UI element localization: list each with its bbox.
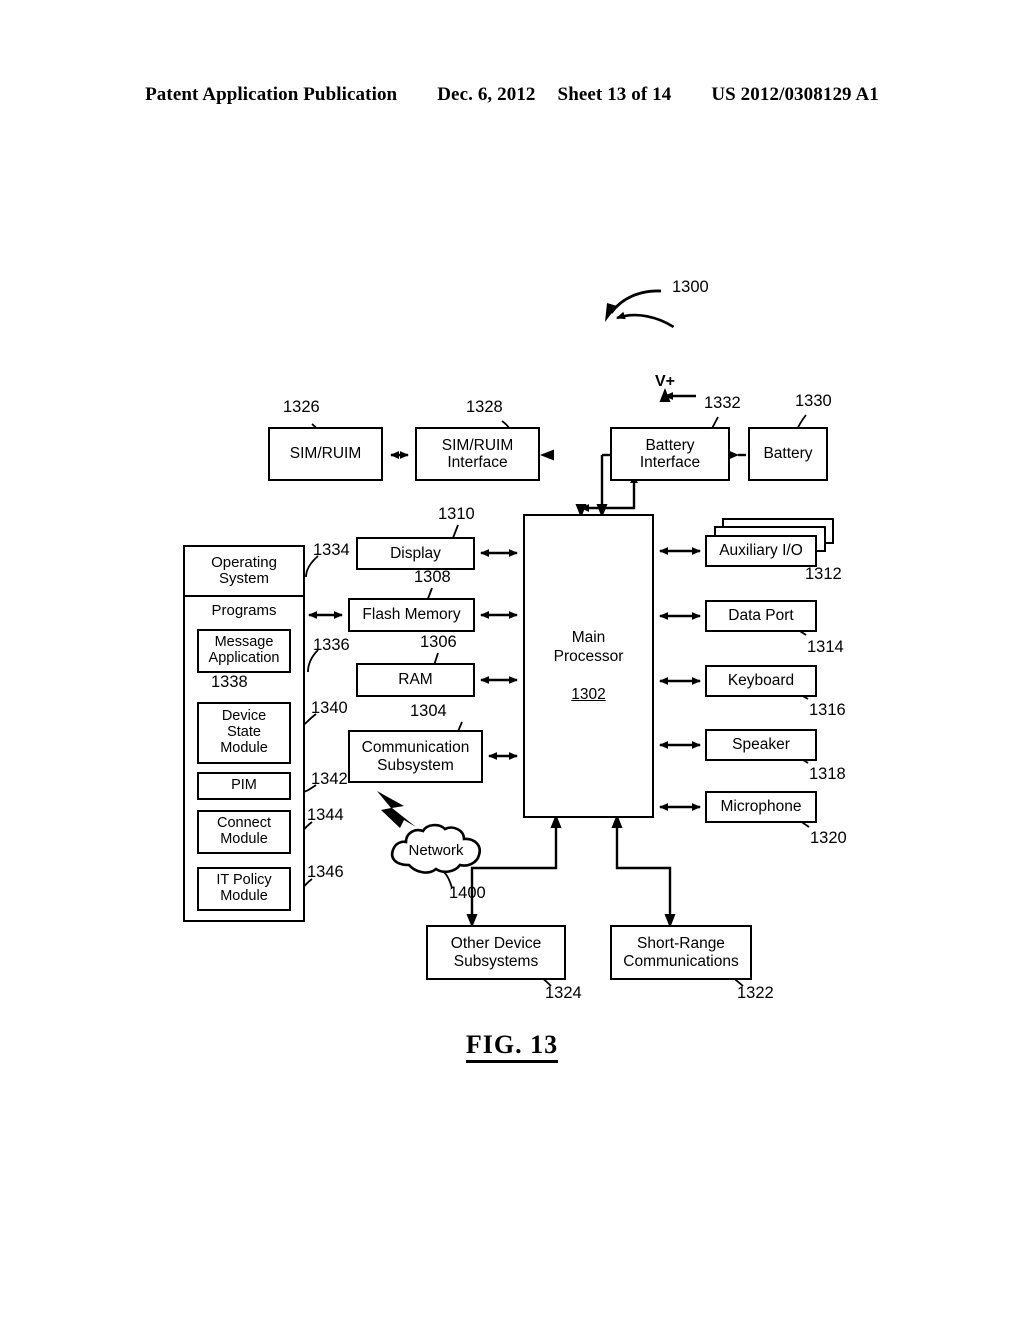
pim-module[interactable]: PIM (197, 772, 291, 800)
ref-1334: 1334 (313, 541, 350, 559)
short-range-communications-label-line1: Short-Range (637, 935, 725, 953)
ref-1326: 1326 (283, 398, 320, 416)
ref-1314: 1314 (807, 638, 844, 656)
main-processor-label-line2: Processor (553, 648, 624, 666)
flash-memory-label: Flash Memory (362, 606, 461, 624)
ref-1330: 1330 (795, 392, 832, 410)
battery-label: Battery (763, 445, 813, 463)
display-box[interactable]: Display (356, 537, 475, 570)
flash-memory-box[interactable]: Flash Memory (348, 598, 475, 632)
ref-1306: 1306 (420, 633, 457, 651)
ref-1312: 1312 (805, 565, 842, 583)
connect-module-label-line1: Connect (216, 815, 271, 832)
auxiliary-io-label: Auxiliary I/O (719, 542, 803, 560)
programs-label: Programs (211, 601, 277, 619)
message-application-module[interactable]: Message Application (197, 629, 291, 673)
ref-1344: 1344 (307, 806, 344, 824)
ref-1322: 1322 (737, 984, 774, 1002)
speaker-label: Speaker (732, 736, 790, 754)
ref-1318: 1318 (809, 765, 846, 783)
ref-1316: 1316 (809, 701, 846, 719)
display-label: Display (390, 544, 441, 562)
main-processor-box[interactable]: Main Processor 1302 (523, 514, 654, 818)
figure-caption-text: FIG. 13 (465, 1030, 559, 1063)
ref-1324: 1324 (545, 984, 582, 1002)
v-plus-label: V+ (655, 373, 676, 390)
it-policy-label-line1: IT Policy (216, 872, 272, 889)
ref-1342: 1342 (311, 770, 348, 788)
sim-ruim-interface-box[interactable]: SIM/RUIM Interface (415, 427, 540, 481)
network-label: Network (408, 841, 464, 859)
ram-box[interactable]: RAM (356, 663, 475, 697)
network-cloud[interactable]: Network (385, 822, 487, 878)
figure-caption: FIG. 13 (0, 1030, 1024, 1063)
connector-lines (261, 289, 810, 987)
ref-1300: 1300 (672, 278, 709, 296)
speaker-box[interactable]: Speaker (705, 729, 817, 761)
it-policy-module[interactable]: IT Policy Module (197, 867, 291, 911)
communication-subsystem-box[interactable]: Communication Subsystem (348, 730, 483, 783)
other-device-subsystems-label-line1: Other Device (450, 935, 542, 953)
battery-box[interactable]: Battery (748, 427, 828, 481)
ref-1320: 1320 (810, 829, 847, 847)
ref-1336: 1336 (313, 636, 350, 654)
data-port-label: Data Port (728, 607, 794, 625)
microphone-label: Microphone (720, 798, 802, 816)
ref-1340: 1340 (311, 699, 348, 717)
ram-label: RAM (398, 671, 433, 689)
ref-1338: 1338 (211, 673, 248, 691)
sim-ruim-label: SIM/RUIM (289, 445, 362, 463)
ref-1310: 1310 (438, 505, 475, 523)
auxiliary-io-box[interactable]: Auxiliary I/O (705, 535, 817, 567)
data-port-box[interactable]: Data Port (705, 600, 817, 632)
battery-interface-label-line1: Battery (645, 436, 695, 454)
message-application-label-line1: Message (214, 634, 274, 651)
operating-system-label-line2: System (218, 570, 269, 587)
device-state-module[interactable]: Device State Module (197, 702, 291, 764)
microphone-box[interactable]: Microphone (705, 791, 817, 823)
short-range-communications-label-line2: Communications (623, 952, 739, 970)
communication-subsystem-label-line1: Communication (361, 739, 470, 757)
battery-interface-box[interactable]: Battery Interface (610, 427, 730, 481)
message-application-label-line2: Application (208, 650, 280, 666)
keyboard-box[interactable]: Keyboard (705, 665, 817, 697)
keyboard-label: Keyboard (727, 672, 795, 690)
figure-13-diagram: 1300 V+ SIM/RUIM 1326 SIM/RUIM Interface… (0, 0, 1024, 1320)
short-range-communications-box[interactable]: Short-Range Communications (610, 925, 752, 980)
main-processor-label-line1: Main (571, 628, 606, 646)
communication-subsystem-label-line2: Subsystem (377, 756, 454, 774)
it-policy-label-line2: Module (220, 888, 268, 904)
ref-1400: 1400 (449, 884, 486, 902)
pim-label: PIM (231, 777, 257, 794)
device-state-label-line1: Device (221, 708, 267, 725)
sim-ruim-interface-label-line1: SIM/RUIM (441, 436, 514, 454)
ref-1328: 1328 (466, 398, 503, 416)
other-device-subsystems-box[interactable]: Other Device Subsystems (426, 925, 566, 980)
ref-1332: 1332 (704, 394, 741, 412)
other-device-subsystems-label-line2: Subsystems (453, 952, 539, 970)
ref-1308: 1308 (414, 568, 451, 586)
device-state-label-line2: State (227, 724, 261, 741)
connect-module-label-line2: Module (220, 831, 268, 847)
device-state-label-line3: Module (220, 739, 268, 756)
sim-ruim-interface-label-line2: Interface (447, 454, 508, 471)
main-processor-ref: 1302 (571, 685, 606, 703)
operating-system-section[interactable]: Operating System (185, 547, 303, 597)
battery-interface-label-line2: Interface (639, 454, 701, 471)
ref-1304: 1304 (410, 702, 447, 720)
operating-system-label-line1: Operating (211, 553, 277, 571)
ref-1346: 1346 (307, 863, 344, 881)
sim-ruim-box[interactable]: SIM/RUIM (268, 427, 383, 481)
connect-module[interactable]: Connect Module (197, 810, 291, 854)
software-stack-container: Operating System Programs Message Applic… (183, 545, 305, 922)
